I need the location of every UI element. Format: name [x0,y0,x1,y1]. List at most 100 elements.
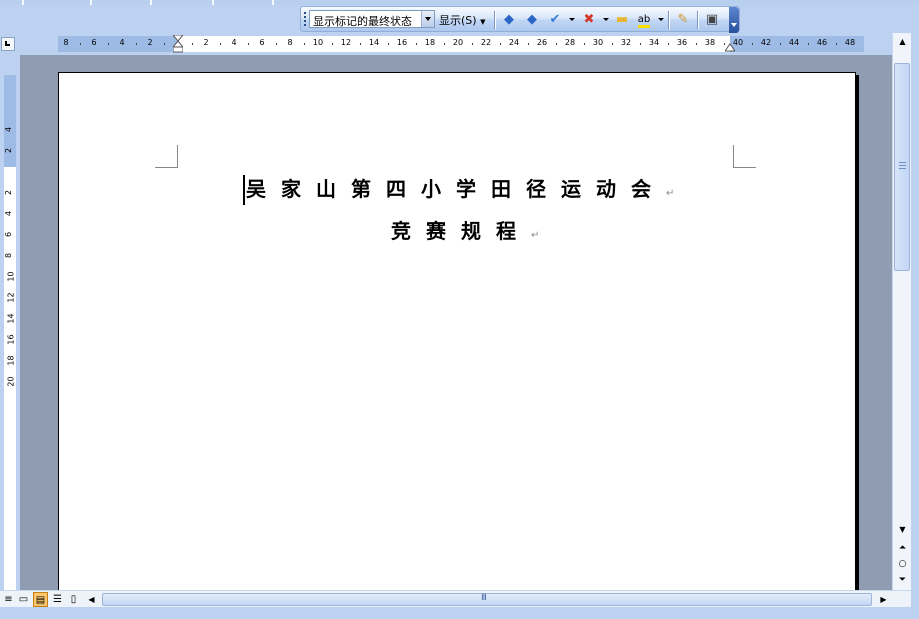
next-page-icon[interactable]: ⏷ [893,572,912,588]
vertical-scrollbar[interactable]: ▲ ▼ ⏶ ○ ⏷ [892,33,912,590]
ruler-number: 4 [4,126,14,133]
ruler-tick [136,43,137,45]
show-menu-button[interactable]: 显示(S) ▼ [439,12,485,28]
scroll-up-arrow-icon[interactable]: ▲ [893,33,912,50]
highlight-icon[interactable]: ab [635,11,653,29]
document-page[interactable]: 吴家山第四小学田径运动会↵ 竞赛规程↵ [58,72,856,590]
ruler-number: 8 [63,38,69,47]
ruler-tick [612,43,613,45]
ruler-number: 46 [816,38,828,47]
tab-stop-selector[interactable] [1,37,15,51]
ruler-number: 2 [4,147,14,154]
small-dropdown-arrow-icon: ▼ [480,18,486,26]
ruler-tick [584,43,585,45]
ruler-number: 44 [788,38,800,47]
ruler-number: 18 [424,38,436,47]
outline-view-icon[interactable]: ☰ [50,592,65,607]
indent-marker-icon[interactable] [171,34,185,53]
ruler-number: 10 [312,38,324,47]
vertical-ruler[interactable]: 4 2 2 4 6 8 10 12 14 16 18 20 [4,75,16,590]
ruler-number: 28 [564,38,576,47]
ruler-number: 14 [368,38,380,47]
ruler-number: 14 [6,313,16,324]
markup-display-dropdown[interactable]: 显示标记的最终状态 [309,10,435,28]
ruler-tick [332,43,333,45]
reject-change-dropdown[interactable] [603,18,609,21]
ruler-tick [80,43,81,45]
ruler-number: 4 [119,38,125,47]
crop-mark-top-left [155,145,178,168]
reject-change-icon[interactable]: ✖ [580,11,598,29]
ruler-number: 6 [259,38,265,47]
ruler-tick [556,43,557,45]
ruler-number: 20 [6,376,16,387]
vertical-ruler-column: 4 2 2 4 6 8 10 12 14 16 18 20 [0,55,20,590]
ruler-number: 34 [648,38,660,47]
paragraph-mark-icon: ↵ [666,188,675,199]
accept-change-dropdown[interactable] [569,18,575,21]
title-text: 吴家山第四小学田径运动会 [246,177,666,201]
ruler-top-margin [4,75,16,167]
ruler-tick [640,43,641,45]
print-layout-view-icon[interactable]: ▤ [33,592,48,607]
normal-view-icon[interactable]: ≡ [1,592,16,607]
horizontal-ruler[interactable]: 8 6 4 2 2 4 6 8 10 12 14 16 18 20 22 24 26 28 30 32 34 36 38 40… [58,34,864,53]
document-subtitle[interactable]: 竞赛规程↵ [391,215,539,244]
ruler-tick [528,43,529,45]
reviewing-toolbar-row: 显示标记的最终状态 显示(S) ▼ ◆ ◆ ✔ ✖ ▬ ab ✎ ▣ [0,5,919,33]
highlight-dropdown[interactable] [658,18,664,21]
markup-display-value: 显示标记的最终状态 [313,15,412,28]
right-indent-marker-icon[interactable] [724,42,736,52]
toolbar-separator [494,11,496,29]
ruler-tick [192,43,193,45]
document-area: 吴家山第四小学田径运动会↵ 竞赛规程↵ [20,55,892,590]
new-comment-icon[interactable]: ▬ [613,11,631,29]
ruler-number: 18 [6,355,16,366]
ruler-tick [248,43,249,45]
ruler-tick [108,43,109,45]
ruler-number: 4 [231,38,237,47]
ruler-tick [360,43,361,45]
toolbar-options-button[interactable] [729,7,739,33]
vertical-scroll-thumb[interactable] [894,63,910,271]
scroll-down-arrow-icon[interactable]: ▼ [893,521,912,538]
ruler-tick [220,43,221,45]
next-change-icon[interactable]: ◆ [523,11,541,29]
ruler-tick [164,43,165,45]
ruler-number: 4 [4,210,14,217]
ruler-number: 26 [536,38,548,47]
select-browse-object-icon[interactable]: ○ [893,556,912,572]
ruler-tick [780,43,781,45]
ruler-number: 6 [91,38,97,47]
horizontal-scroll-bar-row: ≡ ▭ ▤ ☰ ▯ ◀ III ▶ [0,590,911,608]
ruler-tick [416,43,417,45]
toolbar-separator [668,11,670,29]
reading-layout-view-icon[interactable]: ▯ [66,592,81,607]
scroll-left-arrow-icon[interactable]: ◀ [84,592,99,607]
toolbar-separator [697,11,699,29]
document-title[interactable]: 吴家山第四小学田径运动会↵ [246,173,674,202]
ruler-number: 42 [760,38,772,47]
ruler-tick [500,43,501,45]
ruler-tick [696,43,697,45]
ruler-number: 2 [4,189,14,196]
accept-change-icon[interactable]: ✔ [546,11,564,29]
ruler-number: 6 [4,231,14,238]
horizontal-scroll-thumb[interactable]: III [102,593,872,606]
ruler-tick [836,43,837,45]
web-layout-view-icon[interactable]: ▭ [16,592,31,607]
toolbar-grip-handle[interactable] [304,12,306,28]
previous-page-icon[interactable]: ⏶ [893,540,912,556]
ruler-number: 16 [396,38,408,47]
scroll-right-arrow-icon[interactable]: ▶ [876,592,891,607]
track-changes-icon[interactable]: ✎ [674,11,692,29]
ruler-tick [304,43,305,45]
reviewing-pane-icon[interactable]: ▣ [703,11,721,29]
ruler-number: 30 [592,38,604,47]
ruler-left-margin [58,36,178,52]
text-cursor [243,175,245,205]
ruler-number: 12 [6,292,16,303]
ruler-number: 36 [676,38,688,47]
chevron-down-icon[interactable] [421,11,434,27]
previous-change-icon[interactable]: ◆ [500,11,518,29]
